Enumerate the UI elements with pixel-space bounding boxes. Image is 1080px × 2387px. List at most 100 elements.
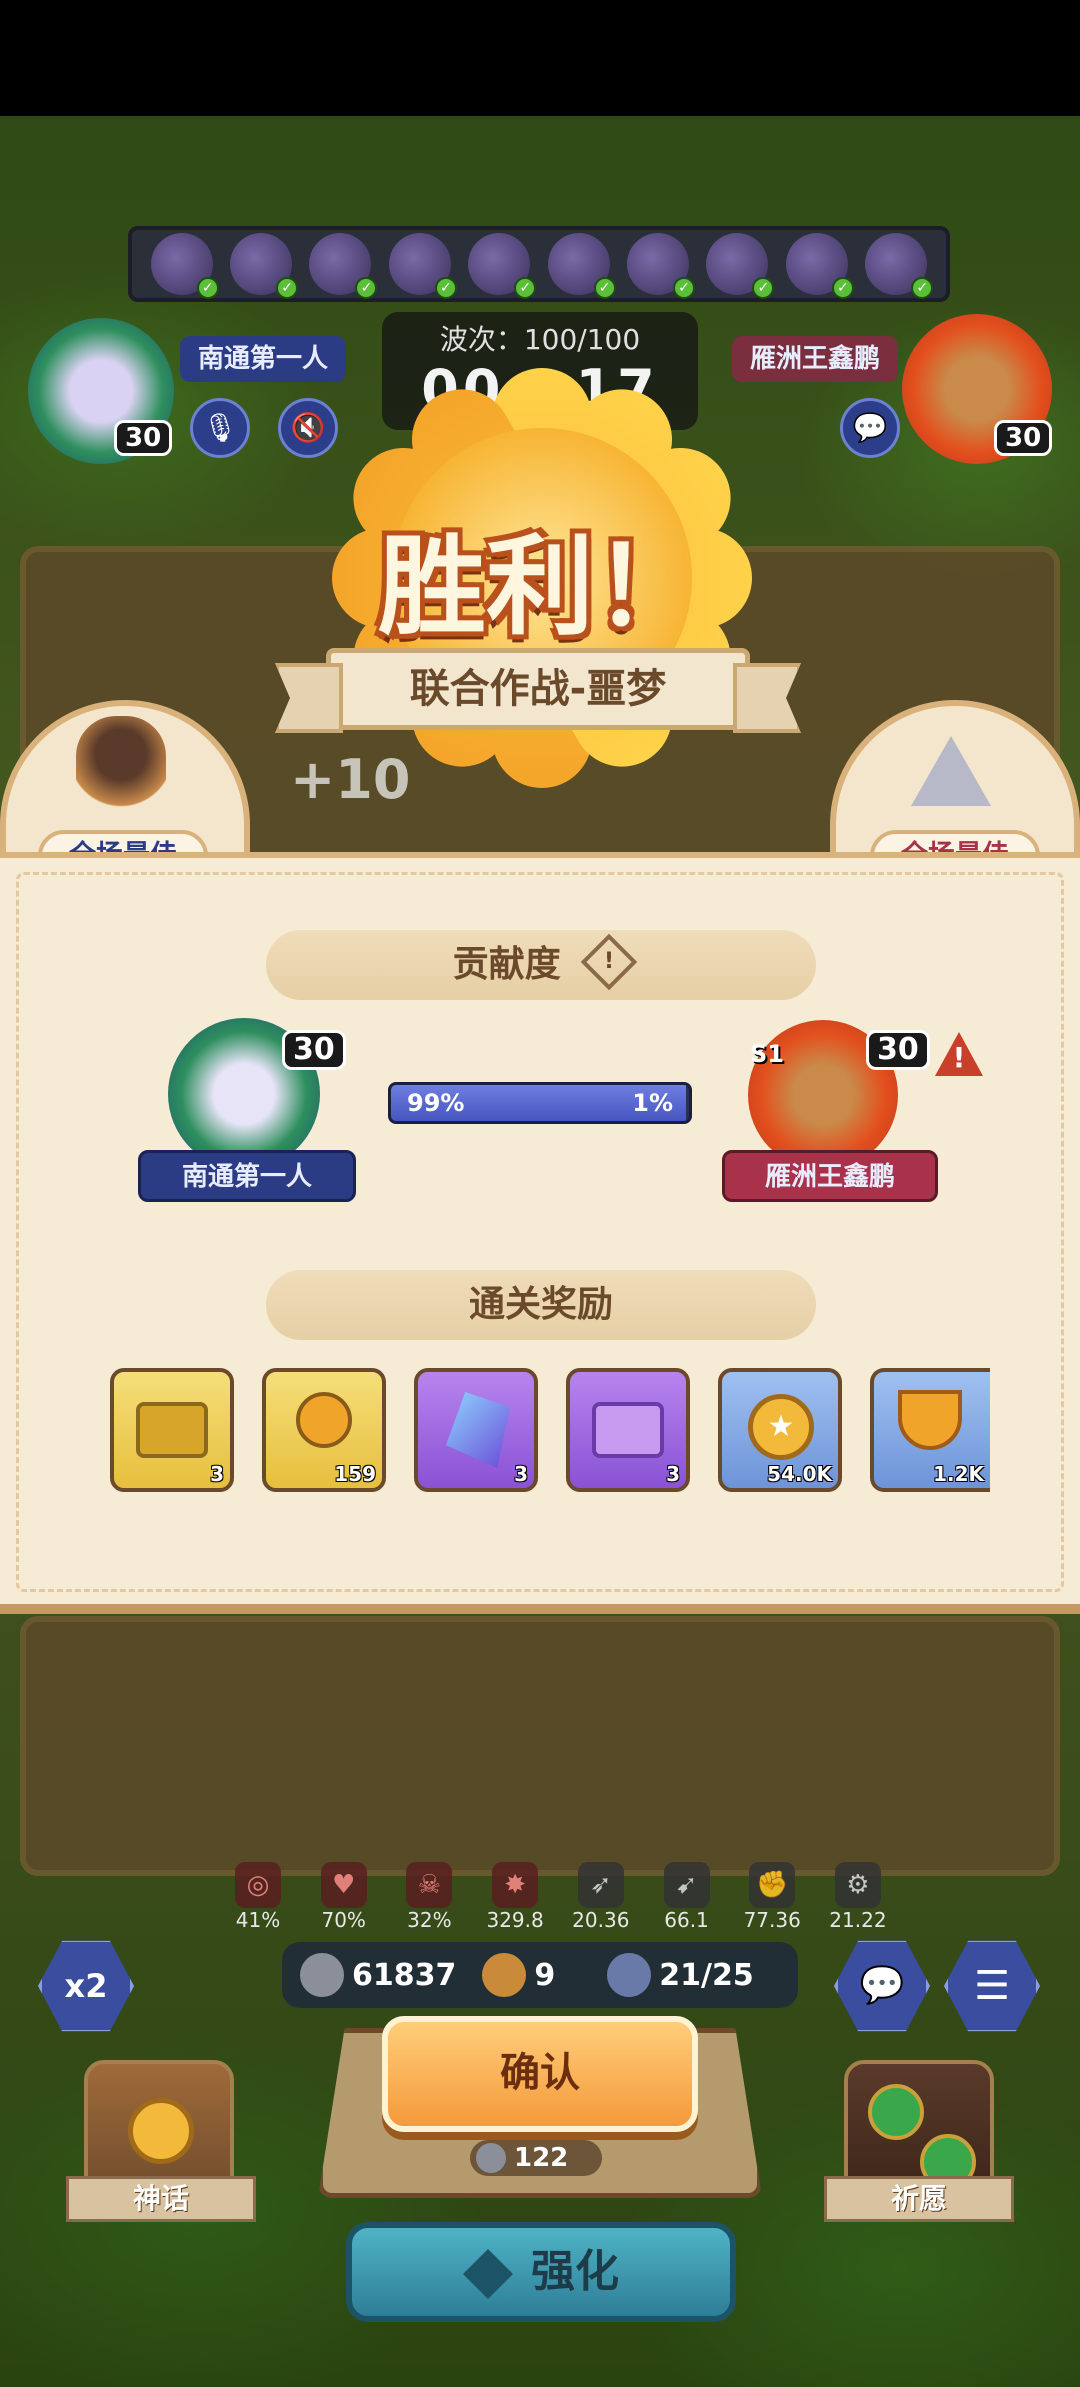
reward-count: 3 [666,1462,680,1486]
sound-muted-icon[interactable]: 🔇 [278,398,338,458]
wave-counter: 波次：100/100 [439,323,641,356]
right-player-level-badge: 30 [994,420,1053,456]
contribution-progress-bar: 99% 1% [388,1082,692,1124]
wing-stat-icon: ➶ [577,1862,624,1908]
gold-key-icon [296,1392,352,1448]
clover-count: 9 [534,1957,556,1993]
reward-count: 159 [334,1462,376,1486]
status-bar-area [0,0,1080,116]
silver-coin-icon [476,2143,506,2173]
contribution-heading-text: 贡献度 [452,944,561,985]
mode-ribbon: 联合作战-噩梦 [326,648,750,730]
hero-slot-icon: ✓ [547,233,616,299]
contribution-right-name: 雁洲王鑫鹏 [722,1150,938,1202]
hero-slot-icon: ✓ [627,233,696,299]
contribution-left-level: 30 [282,1030,346,1070]
hero-slot-icon: ✓ [230,233,299,299]
reward-gold-chest[interactable]: 3 [110,1368,234,1492]
battle-stats-row: ◎ 41% ♥ 70% ☠ 32% ✸ 329.8 ➶ 20.36 ➹ 66.1 ✊ 77.3… [218,1862,898,1932]
season-badge: S1 [750,1040,784,1068]
strengthen-button[interactable]: 强化 [346,2222,736,2322]
confirm-cost: 122 [470,2140,602,2176]
clover-icon [868,2084,924,2140]
hero-slot-icon: ✓ [865,233,934,299]
bonus-text: +10 [290,748,411,811]
check-icon: ✓ [276,277,299,299]
check-icon: ✓ [355,277,378,299]
stat-item: ♥ 70% [304,1862,384,1932]
chat-icon: 💬 [859,1965,905,2006]
heart-stat-icon: ♥ [320,1862,367,1908]
mythic-label[interactable]: 神话 [66,2176,256,2222]
reward-gold-coin[interactable]: ★ 54.0K [718,1368,842,1492]
stat-item: ➹ 66.1 [647,1862,727,1932]
left-contribution-percent: 99% [407,1089,465,1117]
skull-stat-icon: ☠ [406,1862,453,1908]
reward-count: 3 [210,1462,224,1486]
check-icon: ✓ [434,277,457,299]
mythic-emblem-icon [128,2098,194,2164]
right-contribution-percent: 1% [632,1089,673,1117]
hero-slot-icon: ✓ [468,233,537,299]
reward-crystal[interactable]: 3 [414,1368,538,1492]
check-icon: ✓ [831,277,854,299]
clover-coin-icon [482,1953,527,1997]
reward-count: 3 [514,1462,528,1486]
stat-item: ⚙ 21.22 [818,1862,898,1932]
fist-stat-icon: ✊ [749,1862,796,1908]
attack-stat-icon: ◎ [235,1862,281,1908]
reward-count: 54.0K [767,1462,832,1486]
cat-hero-portrait-icon [76,716,166,826]
silver-count: 61837 [352,1957,457,1993]
right-player-name-tag: 雁洲王鑫鹏 [732,336,898,382]
unit-capacity-icon [607,1953,652,1997]
wish-label[interactable]: 祈愿 [824,2176,1014,2222]
menu-icon: ☰ [974,1963,1010,2009]
contribution-left-name: 南通第一人 [138,1150,356,1202]
check-icon: ✓ [752,277,775,299]
victory-title: 胜利！ [377,525,702,650]
left-player-name-tag: 南通第一人 [180,336,346,382]
check-icon: ✓ [593,277,616,299]
arrow-stat-icon: ➹ [663,1862,710,1908]
rewards-heading: 通关奖励 [266,1270,816,1340]
hero-lineup-strip: ✓ ✓ ✓ ✓ ✓ ✓ ✓ ✓ ✓ ✓ [128,226,950,302]
burst-stat-icon: ✸ [492,1862,539,1908]
reward-gold-key[interactable]: 159 [262,1368,386,1492]
contribution-heading: 贡献度 ! [266,930,816,1000]
purple-chest-icon [592,1402,664,1458]
stat-item: ◎ 41% [218,1862,298,1932]
check-icon: ✓ [196,277,219,299]
mic-muted-icon[interactable]: 🎙 [190,398,250,458]
hero-slot-icon: ✓ [785,233,854,299]
gold-coin-icon: ★ [748,1394,814,1460]
stat-item: ✸ 329.8 [475,1862,555,1932]
chat-bubble-icon[interactable]: 💬 [840,398,900,458]
hero-slot-icon: ✓ [309,233,378,299]
reward-count: 1.2K [933,1462,984,1486]
upgrade-diamond-icon [463,2249,513,2299]
contribution-right-level: 30 [866,1030,930,1070]
info-icon[interactable]: ! [580,933,638,991]
hero-slot-icon: ✓ [706,233,775,299]
hero-slot-icon: ✓ [150,233,219,299]
left-player-level-badge: 30 [114,420,173,456]
path-lower [20,1616,1060,1876]
triangle-crystal-icon [911,736,991,806]
check-icon: ✓ [911,277,934,299]
stat-item: ➶ 20.36 [561,1862,641,1932]
stat-item: ☠ 32% [389,1862,469,1932]
check-icon: ✓ [673,277,696,299]
trophy-icon [898,1390,962,1450]
game-screen: ✓ ✓ ✓ ✓ ✓ ✓ ✓ ✓ ✓ ✓ 30 南通第一人 🎙 🔇 波次：100/… [0,0,1080,2387]
confirm-button[interactable]: 确认 [382,2016,698,2132]
reward-purple-chest[interactable]: 3 [566,1368,690,1492]
unit-capacity: 21/25 [659,1957,754,1993]
silver-coin-icon [300,1953,344,1997]
resource-bar: 61837 9 21/25 [282,1942,798,2008]
hero-slot-icon: ✓ [388,233,457,299]
reward-trophy[interactable]: 1.2K [870,1368,990,1492]
stat-item: ✊ 77.36 [732,1862,812,1932]
check-icon: ✓ [514,277,537,299]
gold-chest-icon [136,1402,208,1458]
